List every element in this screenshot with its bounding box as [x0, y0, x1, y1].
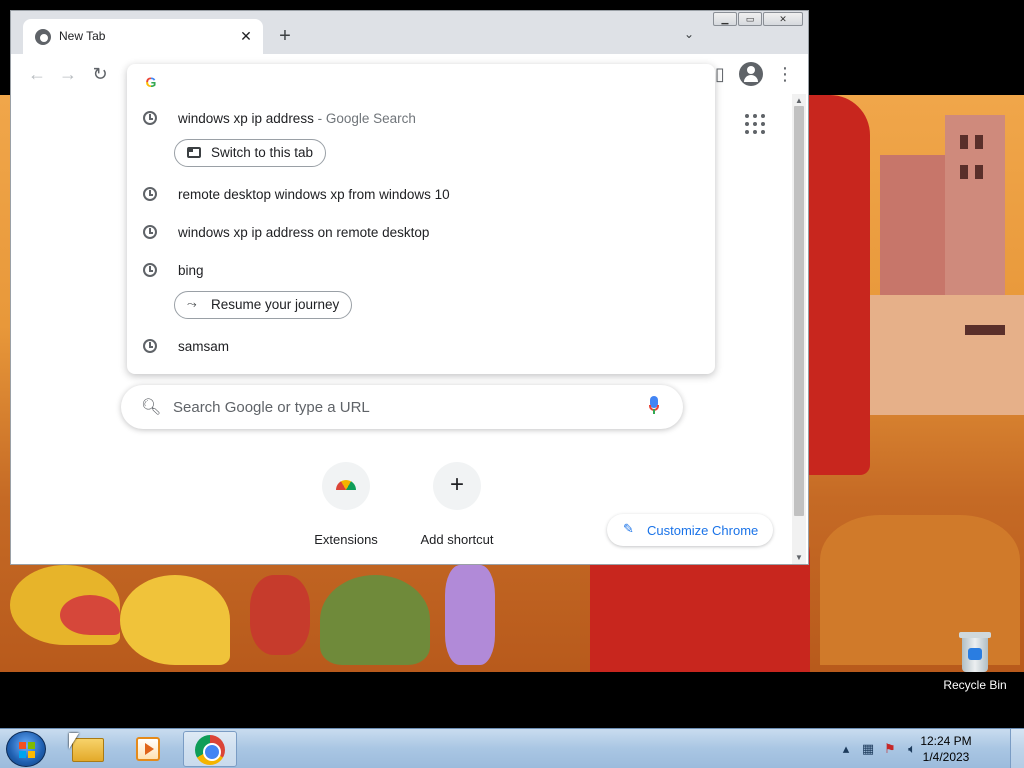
omnibox-dropdown: G windows xp ip address - Google Search …	[127, 64, 715, 374]
resume-journey-chip[interactable]: ⤳ Resume your journey	[174, 291, 353, 319]
search-placeholder: Search Google or type a URL	[173, 399, 370, 416]
kebab-menu-icon[interactable]: ⋮	[773, 62, 797, 86]
suggestion-text: samsam	[178, 339, 230, 354]
omnibox-suggestion[interactable]: samsam	[127, 332, 715, 362]
scrollbar-thumb[interactable]	[794, 106, 804, 516]
taskbar-chrome-button[interactable]	[183, 731, 237, 767]
omnibox-suggestion[interactable]: windows xp ip address - Google Search	[127, 104, 715, 134]
chrome-icon	[195, 735, 225, 765]
history-clock-icon	[143, 339, 157, 353]
mouse-cursor-icon	[69, 733, 79, 749]
omnibox-suggestion[interactable]: bing	[127, 256, 715, 286]
suggestion-text: bing	[178, 263, 204, 278]
omnibox-suggestion[interactable]: remote desktop windows xp from windows 1…	[127, 180, 715, 210]
history-clock-icon	[143, 111, 157, 125]
history-clock-icon	[143, 225, 157, 239]
chrome-web-store-icon	[336, 480, 356, 490]
minimize-button[interactable]: ▁	[713, 12, 737, 26]
system-tray: ▴ ▦ ⚑ 🔈︎ 12:24 PM 1/4/2023	[834, 729, 1024, 768]
tab-new-tab[interactable]: New Tab ✕	[23, 19, 263, 54]
close-window-button[interactable]: ✕	[763, 12, 803, 26]
journey-icon: ⤳	[187, 297, 197, 311]
shortcut-label: Add shortcut	[420, 532, 494, 547]
scroll-down-arrow-icon[interactable]: ▼	[795, 553, 803, 562]
maximize-button[interactable]: ▭	[738, 12, 762, 26]
suggestion-text: windows xp ip address on remote desktop	[178, 225, 430, 240]
show-hidden-icon[interactable]: ▴	[838, 741, 854, 757]
customize-chrome-button[interactable]: ✎ Customize Chrome	[607, 514, 773, 546]
windows-logo-icon	[19, 742, 35, 758]
taskbar-media-player-button[interactable]	[122, 731, 176, 767]
chrome-window: New Tab ✕ + ⌄ ▁ ▭ ✕ ← → ↻ ▯ ⋮ ges 🔍︎ Sea…	[10, 10, 809, 565]
back-arrow-icon[interactable]: ←	[25, 62, 49, 86]
taskbar-clock[interactable]: 12:24 PM 1/4/2023	[916, 733, 976, 765]
recycle-bin[interactable]: Recycle Bin	[940, 632, 1010, 692]
chip-label: Resume your journey	[211, 297, 340, 312]
network-icon[interactable]: ▦	[860, 741, 876, 757]
reload-icon[interactable]: ↻	[88, 62, 112, 86]
tab-strip: New Tab ✕ + ⌄ ▁ ▭ ✕	[11, 11, 808, 54]
tab-icon	[187, 147, 201, 158]
scroll-up-arrow-icon[interactable]: ▲	[795, 96, 803, 105]
customize-chrome-label: Customize Chrome	[647, 523, 759, 538]
plus-icon: +	[449, 471, 464, 498]
ntp-search-box[interactable]: 🔍︎ Search Google or type a URL	[121, 385, 683, 429]
switch-to-tab-chip[interactable]: Switch to this tab	[174, 139, 327, 167]
google-g-icon: G	[143, 74, 159, 90]
pencil-icon: ✎	[623, 521, 634, 536]
history-clock-icon	[143, 263, 157, 277]
chrome-favicon-icon	[35, 29, 51, 45]
action-center-icon[interactable]: ⚑	[882, 741, 898, 757]
clock-date: 1/4/2023	[922, 750, 970, 764]
suggestion-text: remote desktop windows xp from windows 1…	[178, 187, 450, 202]
google-apps-grid-icon[interactable]	[743, 112, 767, 136]
recycle-bin-label: Recycle Bin	[943, 678, 1007, 692]
tab-search-chevron-icon[interactable]: ⌄	[679, 27, 699, 47]
suggestion-text: windows xp ip address	[178, 111, 314, 126]
new-tab-button[interactable]: +	[273, 25, 297, 49]
add-shortcut-button[interactable]: + Add shortcut	[409, 462, 505, 547]
suggestion-suffix: - Google Search	[313, 111, 416, 126]
search-icon: 🔍︎	[141, 399, 162, 416]
history-clock-icon	[143, 187, 157, 201]
media-player-icon	[136, 737, 160, 761]
profile-avatar-icon[interactable]	[739, 62, 763, 86]
forward-arrow-icon[interactable]: →	[56, 62, 80, 86]
clock-time: 12:24 PM	[920, 734, 972, 748]
show-desktop-button[interactable]	[1010, 729, 1024, 768]
taskbar: ▴ ▦ ⚑ 🔈︎ 12:24 PM 1/4/2023	[0, 728, 1024, 768]
page-scrollbar[interactable]: ▲ ▼	[792, 94, 806, 564]
recycle-bin-icon	[959, 632, 991, 672]
shortcut-label: Extensions	[314, 532, 378, 547]
tab-close-icon[interactable]: ✕	[237, 27, 255, 45]
chip-label: Switch to this tab	[211, 145, 314, 160]
shortcut-extensions[interactable]: Extensions	[298, 462, 394, 547]
start-button[interactable]	[6, 731, 46, 767]
omnibox-suggestion[interactable]: windows xp ip address on remote desktop	[127, 218, 715, 248]
tab-title: New Tab	[59, 29, 106, 43]
microphone-icon[interactable]	[649, 396, 659, 414]
